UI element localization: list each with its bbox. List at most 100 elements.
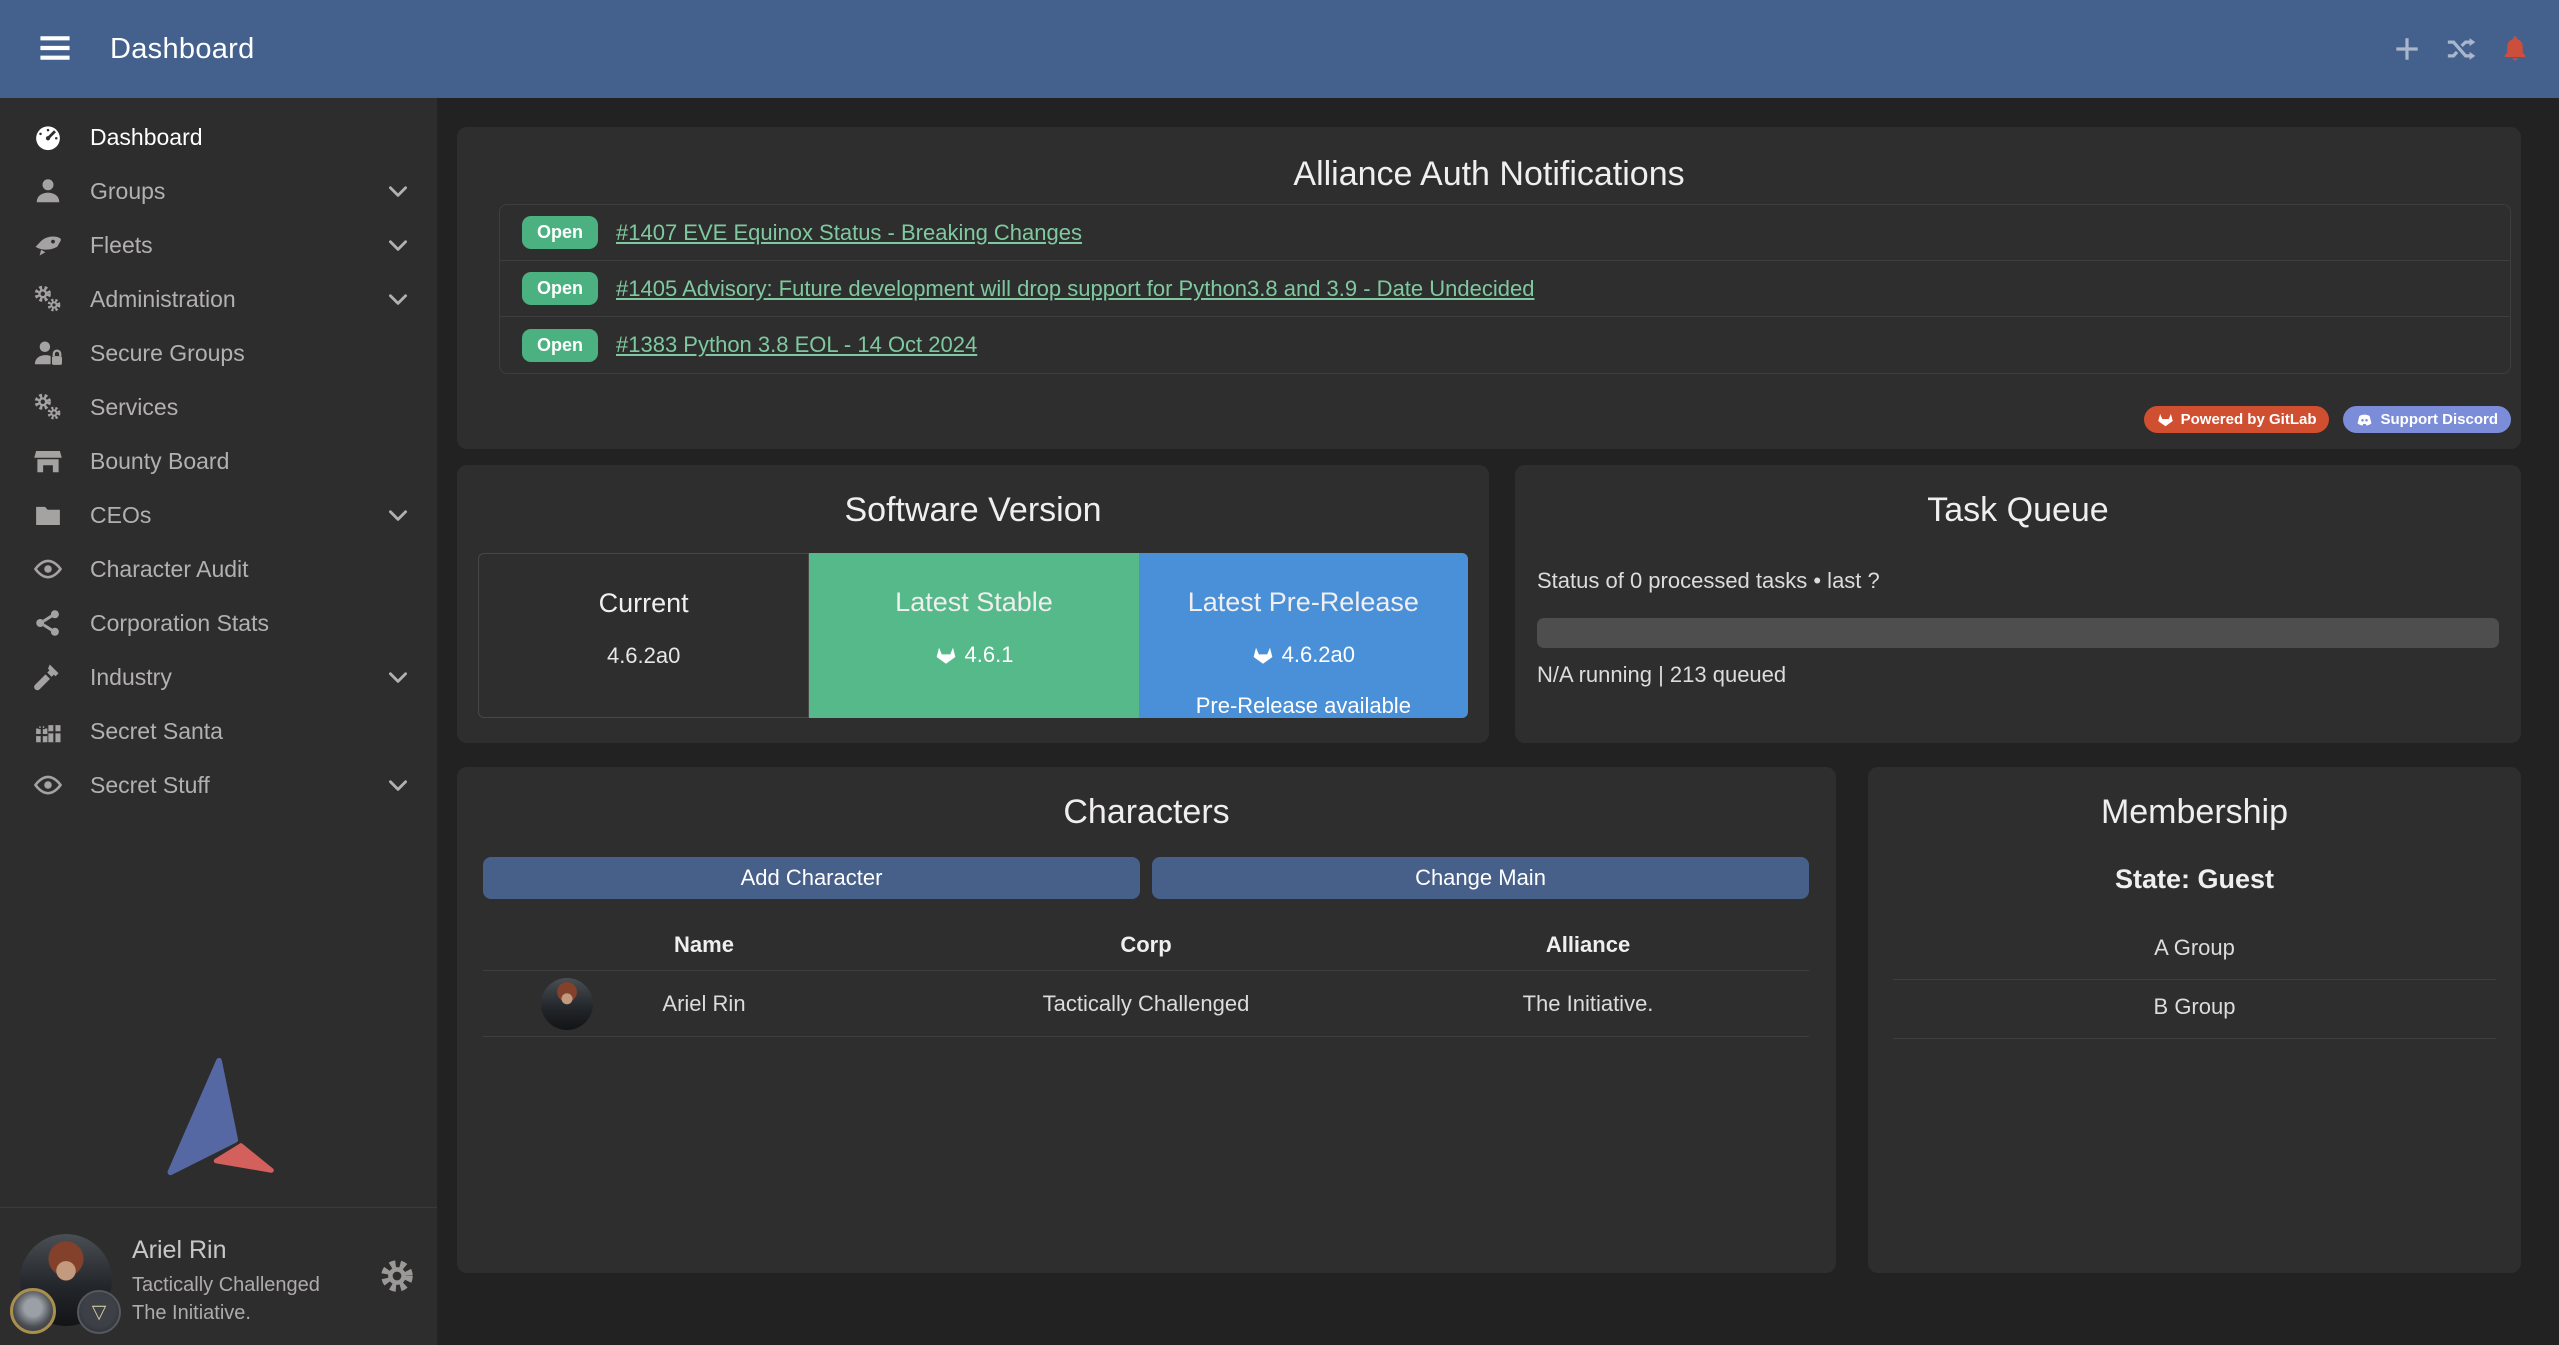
menu-toggle-button[interactable] (36, 31, 74, 68)
notifications-bell-icon[interactable] (2499, 33, 2531, 65)
user-icon (30, 176, 66, 206)
discord-badge[interactable]: Support Discord (2343, 406, 2511, 433)
notification-row: Open #1407 EVE Equinox Status - Breaking… (500, 205, 2510, 261)
sidebar-item-label: Services (90, 394, 178, 421)
latest-stable-label: Latest Stable (809, 587, 1138, 618)
chevron-down-icon (385, 772, 411, 798)
chevron-down-icon (385, 664, 411, 690)
shuttle-icon (30, 230, 66, 260)
group-item: A Group (1893, 921, 2496, 980)
corp-logo-badge (10, 1288, 56, 1334)
sidebar-item-label: Secret Santa (90, 718, 223, 745)
notifications-panel: Alliance Auth Notifications Open #1407 E… (457, 127, 2521, 449)
characters-panel: Characters Add Character Change Main Nam… (457, 767, 1836, 1273)
characters-title: Characters (457, 793, 1836, 832)
user-panel: ▽ Ariel Rin Tactically Challenged The In… (0, 1207, 437, 1345)
latest-prerelease-version: 4.6.2a0 (1282, 642, 1355, 668)
user-lock-icon (30, 338, 66, 368)
gears-icon (30, 392, 66, 422)
task-queue-title: Task Queue (1537, 491, 2499, 530)
membership-panel: Membership State: Guest A Group B Group (1868, 767, 2521, 1273)
add-character-button[interactable]: Add Character (483, 857, 1140, 899)
task-queue-panel: Task Queue Status of 0 processed tasks •… (1515, 465, 2521, 743)
membership-title: Membership (1893, 793, 2496, 832)
alliance-logo-badge: ▽ (77, 1290, 121, 1334)
current-version-box: Current 4.6.2a0 (478, 553, 809, 718)
sidebar-item-label: Industry (90, 664, 172, 691)
sidebar-item-ceos[interactable]: CEOs (0, 488, 437, 542)
sidebar-item-bounty-board[interactable]: Bounty Board (0, 434, 437, 488)
sidebar-item-industry[interactable]: Industry (0, 650, 437, 704)
eye-icon (30, 554, 66, 584)
gears-icon (30, 284, 66, 314)
change-main-button[interactable]: Change Main (1152, 857, 1809, 899)
group-item: B Group (1893, 980, 2496, 1039)
membership-groups-list: A Group B Group (1893, 921, 2496, 1039)
sidebar-item-label: Dashboard (90, 124, 203, 151)
sidebar-item-secret-stuff[interactable]: Secret Stuff (0, 758, 437, 812)
sidebar-item-label: Groups (90, 178, 165, 205)
share-icon (30, 608, 66, 638)
sidebar-item-services[interactable]: Services (0, 380, 437, 434)
chevron-down-icon (385, 286, 411, 312)
character-corp: Tactically Challenged (925, 991, 1367, 1017)
shuffle-icon[interactable] (2445, 33, 2477, 65)
gitlab-icon (2157, 411, 2174, 428)
sidebar-item-label: Character Audit (90, 556, 249, 583)
chevron-down-icon (385, 232, 411, 258)
sidebar-item-label: CEOs (90, 502, 151, 529)
membership-state: State: Guest (1893, 864, 2496, 895)
column-header-name: Name (483, 932, 925, 958)
software-version-title: Software Version (457, 491, 1489, 530)
sidebar-item-corporation-stats[interactable]: Corporation Stats (0, 596, 437, 650)
latest-prerelease-box: Latest Pre-Release 4.6.2a0 Pre-Release a… (1139, 553, 1468, 718)
discord-icon (2356, 411, 2373, 428)
task-status-line: Status of 0 processed tasks • last ? (1537, 568, 2499, 594)
sidebar-item-groups[interactable]: Groups (0, 164, 437, 218)
sidebar-item-label: Secure Groups (90, 340, 245, 367)
store-icon (30, 446, 66, 476)
gitlab-icon (935, 644, 957, 666)
notification-link[interactable]: #1407 EVE Equinox Status - Breaking Chan… (616, 220, 1082, 246)
task-progress-bar (1537, 618, 2499, 648)
characters-table: Name Corp Alliance Ariel Rin Tactically … (483, 919, 1809, 1037)
character-portrait (541, 978, 593, 1030)
current-version-number: 4.6.2a0 (607, 643, 680, 669)
sidebar-item-label: Corporation Stats (90, 610, 269, 637)
sidebar-item-fleets[interactable]: Fleets (0, 218, 437, 272)
hamburger-icon (36, 31, 74, 65)
gitlab-badge[interactable]: Powered by GitLab (2144, 406, 2330, 433)
latest-stable-version: 4.6.1 (965, 642, 1014, 668)
current-version-label: Current (479, 588, 808, 619)
add-icon[interactable] (2391, 33, 2423, 65)
task-queue-line: N/A running | 213 queued (1537, 662, 2499, 688)
status-badge: Open (522, 329, 598, 362)
gauge-icon (30, 122, 66, 152)
folder-icon (30, 500, 66, 530)
sidebar-item-label: Bounty Board (90, 448, 229, 475)
notifications-list: Open #1407 EVE Equinox Status - Breaking… (499, 204, 2511, 374)
alliance-glyph: ▽ (92, 1301, 107, 1324)
sidebar-item-administration[interactable]: Administration (0, 272, 437, 326)
table-row: Ariel Rin Tactically Challenged The Init… (483, 971, 1809, 1037)
sidebar-item-dashboard[interactable]: Dashboard (0, 110, 437, 164)
characters-table-header: Name Corp Alliance (483, 919, 1809, 971)
sidebar-item-character-audit[interactable]: Character Audit (0, 542, 437, 596)
gitlab-icon (1252, 644, 1274, 666)
user-name: Ariel Rin (132, 1236, 320, 1265)
notifications-title: Alliance Auth Notifications (457, 155, 2521, 194)
prerelease-note: Pre-Release available (1139, 693, 1468, 719)
settings-gear-icon[interactable] (379, 1258, 415, 1294)
main-content: Alliance Auth Notifications Open #1407 E… (437, 98, 2559, 1345)
gitlab-badge-label: Powered by GitLab (2181, 411, 2317, 428)
sidebar-item-label: Fleets (90, 232, 153, 259)
character-alliance: The Initiative. (1367, 991, 1809, 1017)
status-badge: Open (522, 272, 598, 305)
sidebar-item-secret-santa[interactable]: Secret Santa (0, 704, 437, 758)
notification-link[interactable]: #1383 Python 3.8 EOL - 14 Oct 2024 (616, 332, 977, 358)
sidebar-item-secure-groups[interactable]: Secure Groups (0, 326, 437, 380)
column-header-alliance: Alliance (1367, 932, 1809, 958)
discord-badge-label: Support Discord (2380, 411, 2498, 428)
eye-icon (30, 770, 66, 800)
notification-link[interactable]: #1405 Advisory: Future development will … (616, 276, 1534, 302)
